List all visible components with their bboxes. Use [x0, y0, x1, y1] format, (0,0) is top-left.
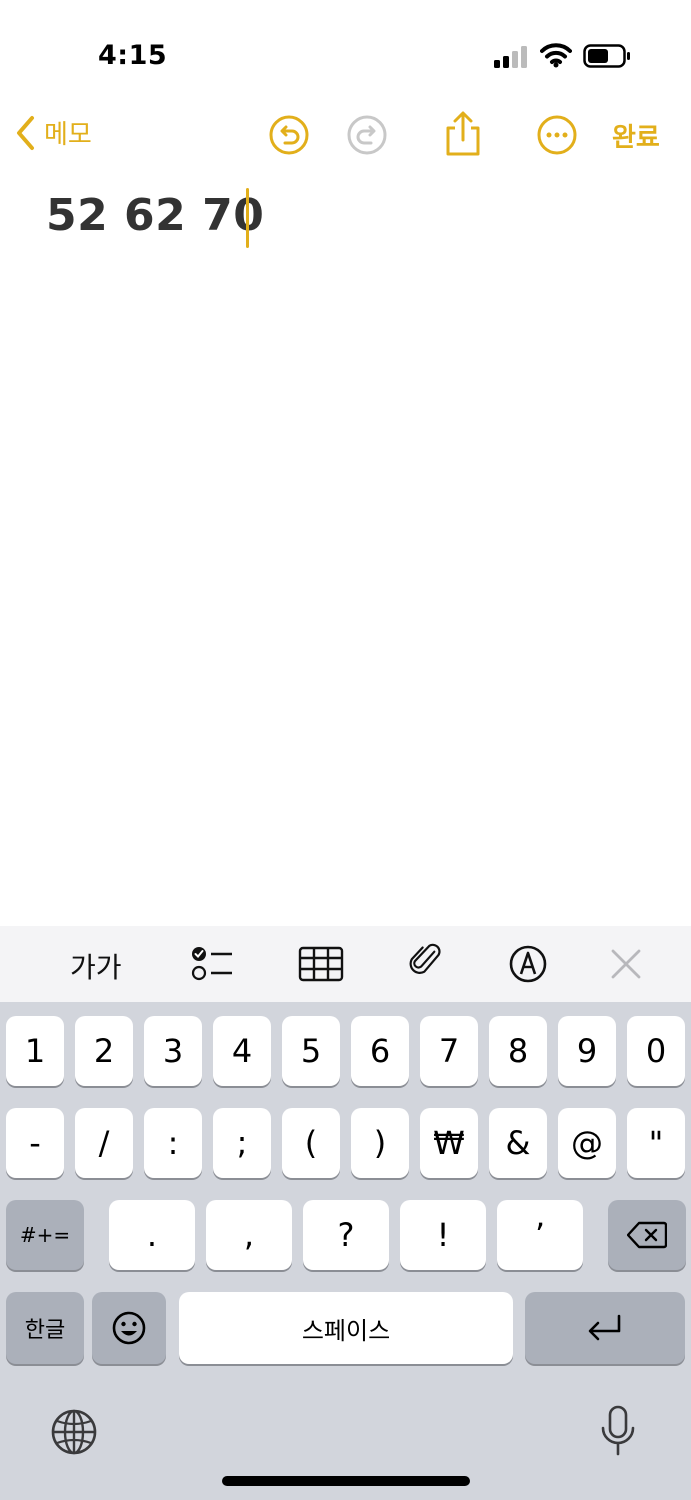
share-icon[interactable]	[442, 110, 484, 158]
back-button[interactable]: 메모	[14, 114, 92, 151]
key-label: 한글	[24, 1318, 66, 1343]
key-label: :	[167, 1124, 179, 1162]
key-label: )	[373, 1124, 387, 1162]
key-label: 3	[162, 1032, 184, 1070]
key[interactable]: ?	[303, 1200, 389, 1270]
key-label: "	[648, 1124, 664, 1162]
key[interactable]: )	[351, 1108, 409, 1178]
text-cursor	[246, 188, 249, 248]
key[interactable]: -	[6, 1108, 64, 1178]
key-label: 0	[645, 1032, 667, 1070]
emoji-icon	[112, 1311, 146, 1345]
key[interactable]: 9	[558, 1016, 616, 1086]
key-label: !	[436, 1216, 450, 1254]
key[interactable]: /	[75, 1108, 133, 1178]
key-label: #+=	[19, 1223, 71, 1247]
undo-icon[interactable]	[268, 114, 310, 156]
emoji-key[interactable]	[92, 1292, 166, 1364]
key-label: ?	[337, 1216, 355, 1254]
delete-key[interactable]	[608, 1200, 686, 1270]
key-label: 5	[300, 1032, 322, 1070]
key-label: 7	[438, 1032, 460, 1070]
delete-icon	[627, 1221, 667, 1249]
more-icon[interactable]	[536, 114, 578, 156]
microphone-icon[interactable]	[598, 1404, 638, 1458]
key[interactable]: 5	[282, 1016, 340, 1086]
attachment-icon[interactable]	[406, 940, 446, 980]
note-text[interactable]: 52 62 70	[46, 190, 264, 241]
key-label: 2	[93, 1032, 115, 1070]
key[interactable]: 7	[420, 1016, 478, 1086]
table-icon[interactable]	[298, 946, 344, 986]
space-key[interactable]: 스페이스	[179, 1292, 513, 1364]
key[interactable]: "	[627, 1108, 685, 1178]
checklist-icon[interactable]	[188, 942, 236, 982]
key[interactable]: ₩	[420, 1108, 478, 1178]
key-label: @	[571, 1124, 603, 1162]
key[interactable]: &	[489, 1108, 547, 1178]
key-label: (	[304, 1124, 318, 1162]
key[interactable]: ,	[206, 1200, 292, 1270]
key-label: ,	[243, 1216, 255, 1254]
key-label: 9	[576, 1032, 598, 1070]
key[interactable]: (	[282, 1108, 340, 1178]
key-label: .	[146, 1216, 158, 1254]
redo-icon[interactable]	[346, 114, 388, 156]
key-label: 4	[231, 1032, 253, 1070]
key[interactable]: 2	[75, 1016, 133, 1086]
markup-icon[interactable]	[508, 944, 548, 984]
key[interactable]: 4	[213, 1016, 271, 1086]
key-label: 스페이스	[301, 1316, 391, 1345]
done-button[interactable]: 완료	[612, 117, 660, 154]
key-label: ₩	[433, 1124, 465, 1162]
key-label: /	[98, 1124, 110, 1162]
return-key[interactable]	[525, 1292, 685, 1364]
chevron-left-icon	[17, 115, 34, 150]
key[interactable]: :	[144, 1108, 202, 1178]
key-label: ;	[236, 1124, 248, 1162]
key[interactable]: 6	[351, 1016, 409, 1086]
keyboard: 1 2 3 4 5 6 7 8 9 0 - / : ; ( ) ₩ & @ " …	[0, 1002, 691, 1500]
key-label: ’	[534, 1216, 546, 1254]
text-style-button[interactable]: 가가	[70, 946, 122, 986]
key[interactable]: !	[400, 1200, 486, 1270]
key-label: &	[505, 1124, 531, 1162]
close-icon[interactable]	[610, 948, 642, 988]
key-label: 1	[24, 1032, 46, 1070]
key[interactable]: 3	[144, 1016, 202, 1086]
status-time: 4:15	[98, 40, 168, 71]
key[interactable]: 0	[627, 1016, 685, 1086]
battery-icon	[583, 44, 630, 68]
format-toolbar: 가가	[0, 926, 691, 1002]
key[interactable]: @	[558, 1108, 616, 1178]
key[interactable]: 1	[6, 1016, 64, 1086]
key[interactable]: ’	[497, 1200, 583, 1270]
home-indicator	[222, 1476, 470, 1486]
key-label: 8	[507, 1032, 529, 1070]
language-key[interactable]: 한글	[6, 1292, 84, 1364]
key-label: -	[29, 1124, 41, 1162]
key[interactable]: .	[109, 1200, 195, 1270]
return-icon	[588, 1314, 621, 1341]
key-label: 6	[369, 1032, 391, 1070]
key[interactable]: 8	[489, 1016, 547, 1086]
symbols-key[interactable]: #+=	[6, 1200, 84, 1270]
wifi-icon	[540, 43, 572, 68]
globe-icon[interactable]	[50, 1408, 98, 1456]
cellular-signal-icon	[494, 46, 527, 68]
back-label: 메모	[44, 120, 92, 150]
key[interactable]: ;	[213, 1108, 271, 1178]
